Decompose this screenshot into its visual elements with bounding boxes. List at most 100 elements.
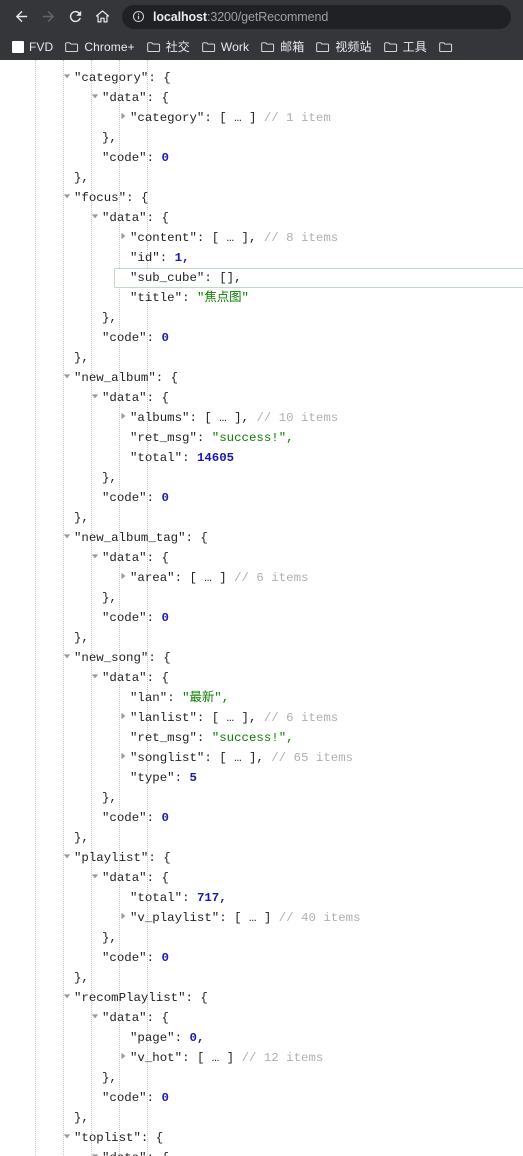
expand-triangle-icon[interactable] [116, 408, 130, 428]
home-button[interactable] [89, 3, 116, 30]
json-row[interactable]: "sub_cube": [], [0, 268, 523, 288]
json-row[interactable]: "id": 1, [0, 248, 523, 268]
json-row[interactable]: "code": 0 [0, 1088, 523, 1108]
json-row[interactable]: "code": 0 [0, 488, 523, 508]
json-row[interactable]: }, [0, 308, 523, 328]
json-row[interactable]: "focus": { [0, 188, 523, 208]
json-row[interactable]: }, [0, 168, 523, 188]
expand-triangle-icon[interactable] [116, 108, 130, 128]
bookmark-item-[interactable]: 邮箱 [255, 36, 310, 57]
json-row[interactable]: "recomPlaylist": { [0, 988, 523, 1008]
bookmark-item-work[interactable]: Work [196, 36, 255, 57]
json-row[interactable]: "lanlist": [ … ], // 6 items [0, 708, 523, 728]
json-row[interactable]: "v_playlist": [ … ] // 40 items [0, 908, 523, 928]
json-row[interactable]: }, [0, 968, 523, 988]
collapse-triangle-icon[interactable] [60, 68, 74, 88]
bookmark-item-chrome[interactable]: Chrome+ [59, 36, 140, 57]
json-colon: : [146, 1011, 162, 1026]
json-row[interactable]: }, [0, 788, 523, 808]
json-colon: : [182, 451, 197, 465]
json-row[interactable]: "code": 0 [0, 328, 523, 348]
json-row[interactable]: "total": 717, [0, 888, 523, 908]
address-bar[interactable]: localhost:3200/getRecommend [122, 4, 511, 29]
json-row[interactable]: "data": { [0, 1008, 523, 1028]
json-row[interactable]: "code": 0 [0, 948, 523, 968]
expand-triangle-icon[interactable] [116, 748, 130, 768]
reload-button[interactable] [62, 3, 89, 30]
expand-triangle-icon[interactable] [116, 908, 130, 928]
json-row[interactable]: "new_album_tag": { [0, 528, 523, 548]
collapse-triangle-icon[interactable] [60, 1128, 74, 1148]
json-key: "data" [102, 1011, 147, 1026]
json-key: "songlist" [130, 751, 205, 766]
json-row[interactable]: "area": [ … ] // 6 items [0, 568, 523, 588]
collapse-triangle-icon[interactable] [60, 648, 74, 668]
collapse-triangle-icon[interactable] [88, 668, 102, 688]
json-value: { [200, 991, 208, 1006]
json-row[interactable]: "category": { [0, 68, 523, 88]
json-row[interactable]: "new_album": { [0, 368, 523, 388]
collapse-triangle-icon[interactable] [88, 388, 102, 408]
json-row[interactable]: }, [0, 828, 523, 848]
bookmark-item-[interactable]: 社交 [141, 36, 196, 57]
json-row[interactable]: "lan": "最新", [0, 688, 523, 708]
bookmark-item-[interactable]: 视频站 [310, 36, 377, 57]
json-row[interactable]: "v_hot": [ … ] // 12 items [0, 1048, 523, 1068]
json-row[interactable]: "category": [ … ] // 1 item [0, 108, 523, 128]
json-row[interactable]: "data": { [0, 88, 523, 108]
expand-triangle-icon[interactable] [116, 568, 130, 588]
json-row[interactable]: "data": { [0, 388, 523, 408]
json-row[interactable]: "new_song": { [0, 648, 523, 668]
json-row[interactable]: "data": { [0, 1148, 523, 1156]
json-row[interactable]: }, [0, 1068, 523, 1088]
bookmark-item-[interactable]: 工具 [378, 36, 433, 57]
json-row[interactable]: "ret_msg": "success!", [0, 428, 523, 448]
json-row[interactable]: "total": 14605 [0, 448, 523, 468]
expand-triangle-icon[interactable] [116, 1048, 130, 1068]
collapse-triangle-icon[interactable] [60, 188, 74, 208]
collapse-triangle-icon[interactable] [88, 208, 102, 228]
collapse-triangle-icon[interactable] [60, 368, 74, 388]
json-row[interactable]: "title": "焦点图" [0, 288, 523, 308]
json-row[interactable]: }, [0, 128, 523, 148]
json-row[interactable]: "code": 0 [0, 808, 523, 828]
json-row[interactable]: "toplist": { [0, 1128, 523, 1148]
back-button[interactable] [8, 3, 35, 30]
json-row[interactable]: "data": { [0, 668, 523, 688]
json-row[interactable]: "songlist": [ … ], // 65 items [0, 748, 523, 768]
forward-button[interactable] [35, 3, 62, 30]
json-row[interactable]: "playlist": { [0, 848, 523, 868]
json-row[interactable]: }, [0, 508, 523, 528]
json-row[interactable]: "page": 0, [0, 1028, 523, 1048]
json-viewer[interactable]: "category": {"data": {"category": [ … ] … [0, 60, 523, 1156]
bookmark-item-7[interactable] [433, 36, 464, 57]
json-row[interactable]: }, [0, 928, 523, 948]
collapse-triangle-icon[interactable] [88, 88, 102, 108]
json-row[interactable]: }, [0, 348, 523, 368]
collapse-triangle-icon[interactable] [88, 868, 102, 888]
expand-triangle-icon[interactable] [116, 708, 130, 728]
collapse-triangle-icon[interactable] [60, 528, 74, 548]
collapse-triangle-icon[interactable] [88, 1008, 102, 1028]
json-row[interactable]: "data": { [0, 868, 523, 888]
json-row[interactable]: "code": 0 [0, 148, 523, 168]
json-row[interactable]: }, [0, 468, 523, 488]
json-row[interactable]: }, [0, 628, 523, 648]
json-row[interactable]: }, [0, 588, 523, 608]
json-row[interactable]: "data": { [0, 548, 523, 568]
collapse-triangle-icon[interactable] [60, 848, 74, 868]
json-row[interactable]: "code": 0 [0, 608, 523, 628]
bookmark-item-fvd[interactable]: FVD [6, 36, 59, 57]
json-row[interactable]: "content": [ … ], // 8 items [0, 228, 523, 248]
json-row[interactable]: }, [0, 1108, 523, 1128]
expand-triangle-icon[interactable] [116, 228, 130, 248]
json-row[interactable]: "ret_msg": "success!", [0, 728, 523, 748]
json-row[interactable]: "albums": [ … ], // 10 items [0, 408, 523, 428]
site-info-icon[interactable] [132, 10, 145, 23]
collapse-triangle-icon[interactable] [88, 1148, 102, 1156]
collapse-triangle-icon[interactable] [60, 988, 74, 1008]
collapse-triangle-icon[interactable] [88, 548, 102, 568]
json-value: 5 [189, 771, 197, 785]
json-row[interactable]: "type": 5 [0, 768, 523, 788]
json-row[interactable]: "data": { [0, 208, 523, 228]
